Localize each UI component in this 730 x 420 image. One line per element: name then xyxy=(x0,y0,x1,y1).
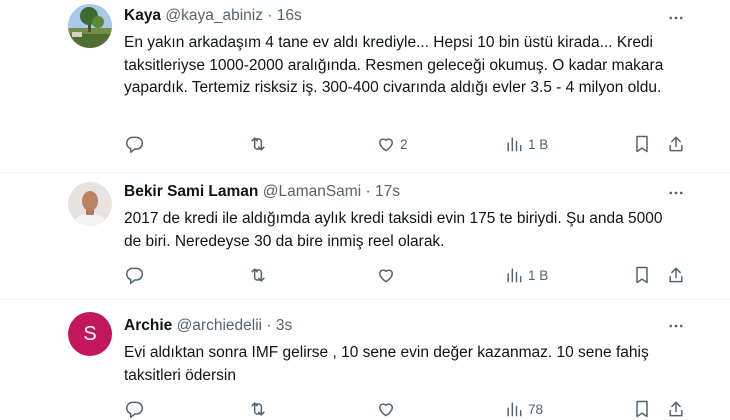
more-icon[interactable] xyxy=(664,314,688,338)
tweet-actions: 2 1 B xyxy=(124,133,704,155)
bookmark-button[interactable] xyxy=(632,264,652,286)
like-button[interactable] xyxy=(376,398,400,420)
timestamp[interactable]: 16s xyxy=(277,7,302,24)
reply-button[interactable] xyxy=(124,264,148,286)
author-handle[interactable]: @LamanSami xyxy=(263,183,361,200)
author-name[interactable]: Bekir Sami Laman xyxy=(124,183,258,200)
reply-icon xyxy=(126,267,144,285)
avatar[interactable] xyxy=(68,182,112,226)
like-button[interactable] xyxy=(376,264,400,286)
tweet-header: Archie @archiedelii · 3s xyxy=(124,317,292,335)
tweet-actions: 78 xyxy=(124,398,704,420)
bookmark-button[interactable] xyxy=(632,398,652,420)
tweet-header: Bekir Sami Laman @LamanSami · 17s xyxy=(124,183,400,201)
like-button[interactable]: 2 xyxy=(376,133,408,155)
reply-icon xyxy=(126,401,144,419)
retweet-button[interactable] xyxy=(248,133,272,155)
reply-icon xyxy=(126,136,144,154)
tweet[interactable]: S Archie @archiedelii · 3s Evi aldıktan … xyxy=(0,300,730,420)
tweet-actions: 1 B xyxy=(124,264,704,286)
heart-icon xyxy=(379,403,393,417)
tweet-feed: Kaya @kaya_abiniz · 16s En yakın arkadaş… xyxy=(0,0,730,420)
more-icon[interactable] xyxy=(664,6,688,30)
avatar-letter: S xyxy=(83,322,97,345)
retweet-icon xyxy=(251,137,265,151)
bookmark-icon xyxy=(636,135,648,153)
retweet-icon xyxy=(251,268,265,282)
share-button[interactable] xyxy=(666,398,686,420)
author-name[interactable]: Kaya xyxy=(124,7,161,24)
share-button[interactable] xyxy=(666,264,686,286)
retweet-button[interactable] xyxy=(248,264,272,286)
tweet-header: Kaya @kaya_abiniz · 16s xyxy=(124,7,302,25)
views-button[interactable]: 1 B xyxy=(504,264,548,286)
share-button[interactable] xyxy=(666,133,686,155)
share-icon xyxy=(669,401,683,417)
bookmark-button[interactable] xyxy=(632,133,652,155)
bookmark-icon xyxy=(636,266,648,284)
views-button[interactable]: 78 xyxy=(504,398,543,420)
tweet-text: Evi aldıktan sonra IMF gelirse , 10 sene… xyxy=(124,344,649,384)
bookmark-icon xyxy=(636,400,648,418)
retweet-button[interactable] xyxy=(248,398,272,420)
avatar[interactable] xyxy=(68,4,112,48)
author-handle[interactable]: @kaya_abiniz xyxy=(165,7,263,24)
share-icon xyxy=(669,267,683,283)
like-count: 2 xyxy=(400,136,408,152)
timestamp[interactable]: 17s xyxy=(375,183,400,200)
views-count: 1 B xyxy=(528,267,549,283)
author-handle[interactable]: @archiedelii xyxy=(177,317,263,334)
separator-dot: · xyxy=(266,317,272,334)
more-icon[interactable] xyxy=(664,181,688,205)
views-icon xyxy=(507,268,522,283)
tweet[interactable]: Kaya @kaya_abiniz · 16s En yakın arkadaş… xyxy=(0,0,730,172)
tweet-text: 2017 de kredi ile aldığımda aylık kredi … xyxy=(124,210,663,250)
timestamp[interactable]: 3s xyxy=(276,317,292,334)
tweet-text: En yakın arkadaşım 4 tane ev aldı krediy… xyxy=(124,34,664,96)
views-icon xyxy=(507,137,522,152)
avatar[interactable]: S xyxy=(68,312,112,356)
retweet-icon xyxy=(251,402,265,416)
views-icon xyxy=(507,402,522,417)
author-name[interactable]: Archie xyxy=(124,317,172,334)
heart-icon xyxy=(379,138,393,152)
reply-button[interactable] xyxy=(124,398,148,420)
views-count: 1 B xyxy=(528,136,549,152)
heart-icon xyxy=(379,269,393,283)
separator-dot: · xyxy=(267,7,273,24)
reply-button[interactable] xyxy=(124,133,148,155)
separator-dot: · xyxy=(365,183,371,200)
share-icon xyxy=(669,136,683,152)
views-count: 78 xyxy=(528,401,544,417)
tweet[interactable]: Bekir Sami Laman @LamanSami · 17s 2017 d… xyxy=(0,173,730,299)
views-button[interactable]: 1 B xyxy=(504,133,548,155)
